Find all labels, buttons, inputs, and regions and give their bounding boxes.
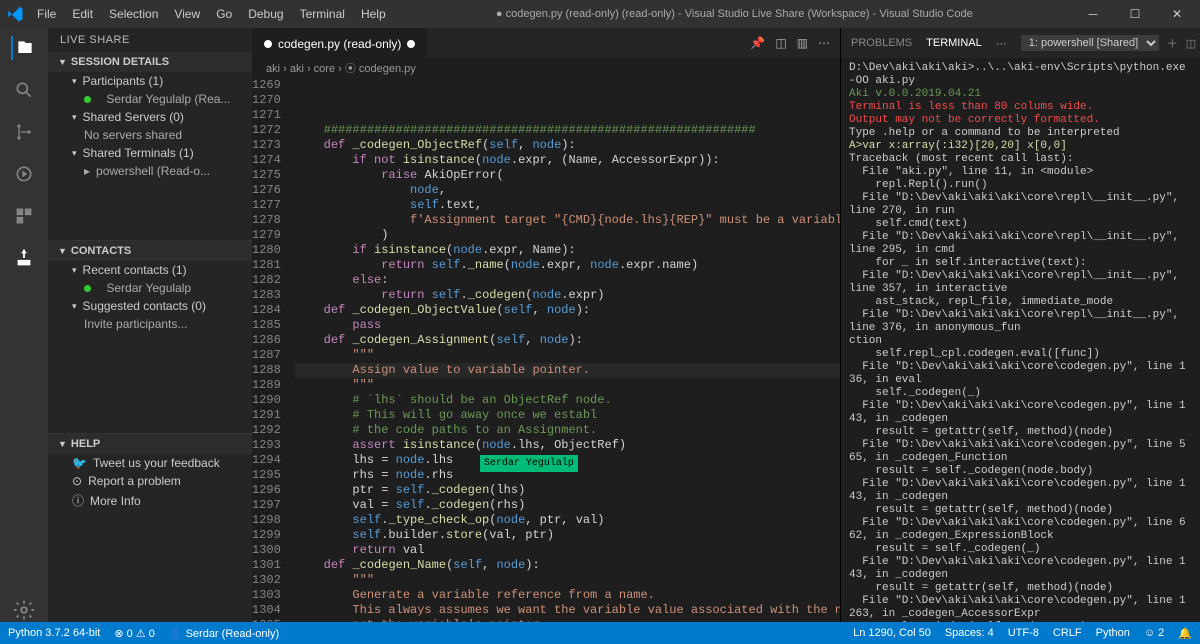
minimize-button[interactable]: ─: [1076, 7, 1110, 21]
sidebar-title: LIVE SHARE: [48, 28, 252, 52]
terminal-shared[interactable]: ▸ powershell (Read-o...: [48, 162, 252, 180]
help-tweet[interactable]: 🐦 Tweet us your feedback: [48, 454, 252, 472]
status-bell-icon[interactable]: 🔔: [1178, 627, 1192, 640]
sidebar: LIVE SHARE ▼SESSION DETAILS ▾Participant…: [48, 28, 252, 622]
menu-debug[interactable]: Debug: [241, 4, 290, 24]
window-title: ● codegen.py (read-only) (read-only) - V…: [393, 8, 1076, 20]
help-more[interactable]: ⓘ More Info: [48, 490, 252, 511]
close-button[interactable]: ✕: [1160, 7, 1194, 21]
status-feedback[interactable]: ☺ 2: [1144, 627, 1164, 639]
status-encoding[interactable]: UTF-8: [1008, 627, 1039, 639]
split-right-icon[interactable]: ▥: [797, 36, 808, 50]
pin-icon[interactable]: 📌: [750, 36, 765, 50]
panel-tabs: PROBLEMS TERMINAL ⋯ 1: powershell [Share…: [841, 28, 1200, 58]
modified-dot-icon: [264, 40, 272, 48]
status-python[interactable]: Python 3.7.2 64-bit: [8, 627, 100, 639]
new-terminal-icon[interactable]: ＋: [1167, 35, 1178, 51]
collab-cursor-badge: Serdar Yegulalp: [480, 455, 578, 472]
servers-item[interactable]: ▾Shared Servers (0): [48, 108, 252, 126]
help-report[interactable]: ⊙ Report a problem: [48, 472, 252, 490]
close-tab-dot[interactable]: [407, 40, 415, 48]
status-eol[interactable]: CRLF: [1053, 627, 1082, 639]
participants-item[interactable]: ▾Participants (1): [48, 72, 252, 90]
menu-edit[interactable]: Edit: [65, 4, 100, 24]
contact-user[interactable]: Serdar Yegulalp: [48, 279, 252, 297]
code-editor[interactable]: 1269127012711272127312741275127612771278…: [252, 78, 840, 622]
source-control-icon[interactable]: [12, 120, 36, 144]
section-session[interactable]: ▼SESSION DETAILS: [48, 52, 252, 72]
code-lines[interactable]: Serdar Yegulalp ########################…: [295, 78, 840, 622]
servers-empty: No servers shared: [48, 126, 252, 144]
suggested-contacts[interactable]: ▾Suggested contacts (0): [48, 297, 252, 315]
editor-group: codegen.py (read-only) 📌 ◫ ▥ ⋯ aki › aki…: [252, 28, 840, 622]
status-bar: Python 3.7.2 64-bit ⊗ 0 ⚠ 0 👤 Serdar (Re…: [0, 622, 1200, 644]
liveshare-icon[interactable]: [12, 246, 36, 270]
menu-go[interactable]: Go: [209, 4, 239, 24]
section-help[interactable]: ▼HELP: [48, 433, 252, 454]
terminal-shell-select[interactable]: 1: powershell [Shared]: [1021, 35, 1159, 51]
invite-participants[interactable]: Invite participants...: [48, 315, 252, 333]
editor-tabs: codegen.py (read-only) 📌 ◫ ▥ ⋯: [252, 28, 840, 58]
line-gutter: 1269127012711272127312741275127612771278…: [252, 78, 295, 622]
status-errors[interactable]: ⊗ 0 ⚠ 0: [114, 627, 154, 640]
tab-codegen[interactable]: codegen.py (read-only): [252, 28, 427, 58]
menu-selection[interactable]: Selection: [102, 4, 165, 24]
debug-icon[interactable]: [12, 162, 36, 186]
title-bar: File Edit Selection View Go Debug Termin…: [0, 0, 1200, 28]
panel: PROBLEMS TERMINAL ⋯ 1: powershell [Share…: [840, 28, 1200, 622]
menu-file[interactable]: File: [30, 4, 63, 24]
terminal-output[interactable]: D:\Dev\aki\aki\aki>..\..\aki-env\Scripts…: [841, 58, 1200, 622]
explorer-icon[interactable]: [11, 36, 35, 60]
activity-bar: [0, 28, 48, 622]
status-spaces[interactable]: Spaces: 4: [945, 627, 994, 639]
maximize-button[interactable]: ☐: [1118, 7, 1152, 21]
status-lang[interactable]: Python: [1096, 627, 1130, 639]
recent-contacts[interactable]: ▾Recent contacts (1): [48, 261, 252, 279]
breadcrumb[interactable]: aki › aki › core › ⦿ codegen.py: [252, 58, 840, 78]
panel-more-icon[interactable]: ⋯: [996, 37, 1007, 50]
participant-user[interactable]: Serdar Yegulalp (Rea...: [48, 90, 252, 108]
split-terminal-icon[interactable]: ◫: [1186, 37, 1196, 50]
panel-tab-problems[interactable]: PROBLEMS: [851, 37, 912, 49]
vscode-logo-icon: [6, 5, 24, 23]
search-icon[interactable]: [12, 78, 36, 102]
menu-bar: File Edit Selection View Go Debug Termin…: [30, 4, 393, 24]
menu-terminal[interactable]: Terminal: [293, 4, 352, 24]
panel-tab-terminal[interactable]: TERMINAL: [926, 37, 982, 49]
section-contacts[interactable]: ▼CONTACTS: [48, 240, 252, 261]
menu-view[interactable]: View: [167, 4, 207, 24]
more-icon[interactable]: ⋯: [818, 36, 830, 50]
extensions-icon[interactable]: [12, 204, 36, 228]
status-cursor[interactable]: Ln 1290, Col 50: [853, 627, 931, 639]
menu-help[interactable]: Help: [354, 4, 393, 24]
split-icon[interactable]: ◫: [775, 36, 786, 50]
terminals-item[interactable]: ▾Shared Terminals (1): [48, 144, 252, 162]
status-liveshare[interactable]: 👤 Serdar (Read-only): [169, 627, 279, 640]
settings-icon[interactable]: [12, 598, 36, 622]
